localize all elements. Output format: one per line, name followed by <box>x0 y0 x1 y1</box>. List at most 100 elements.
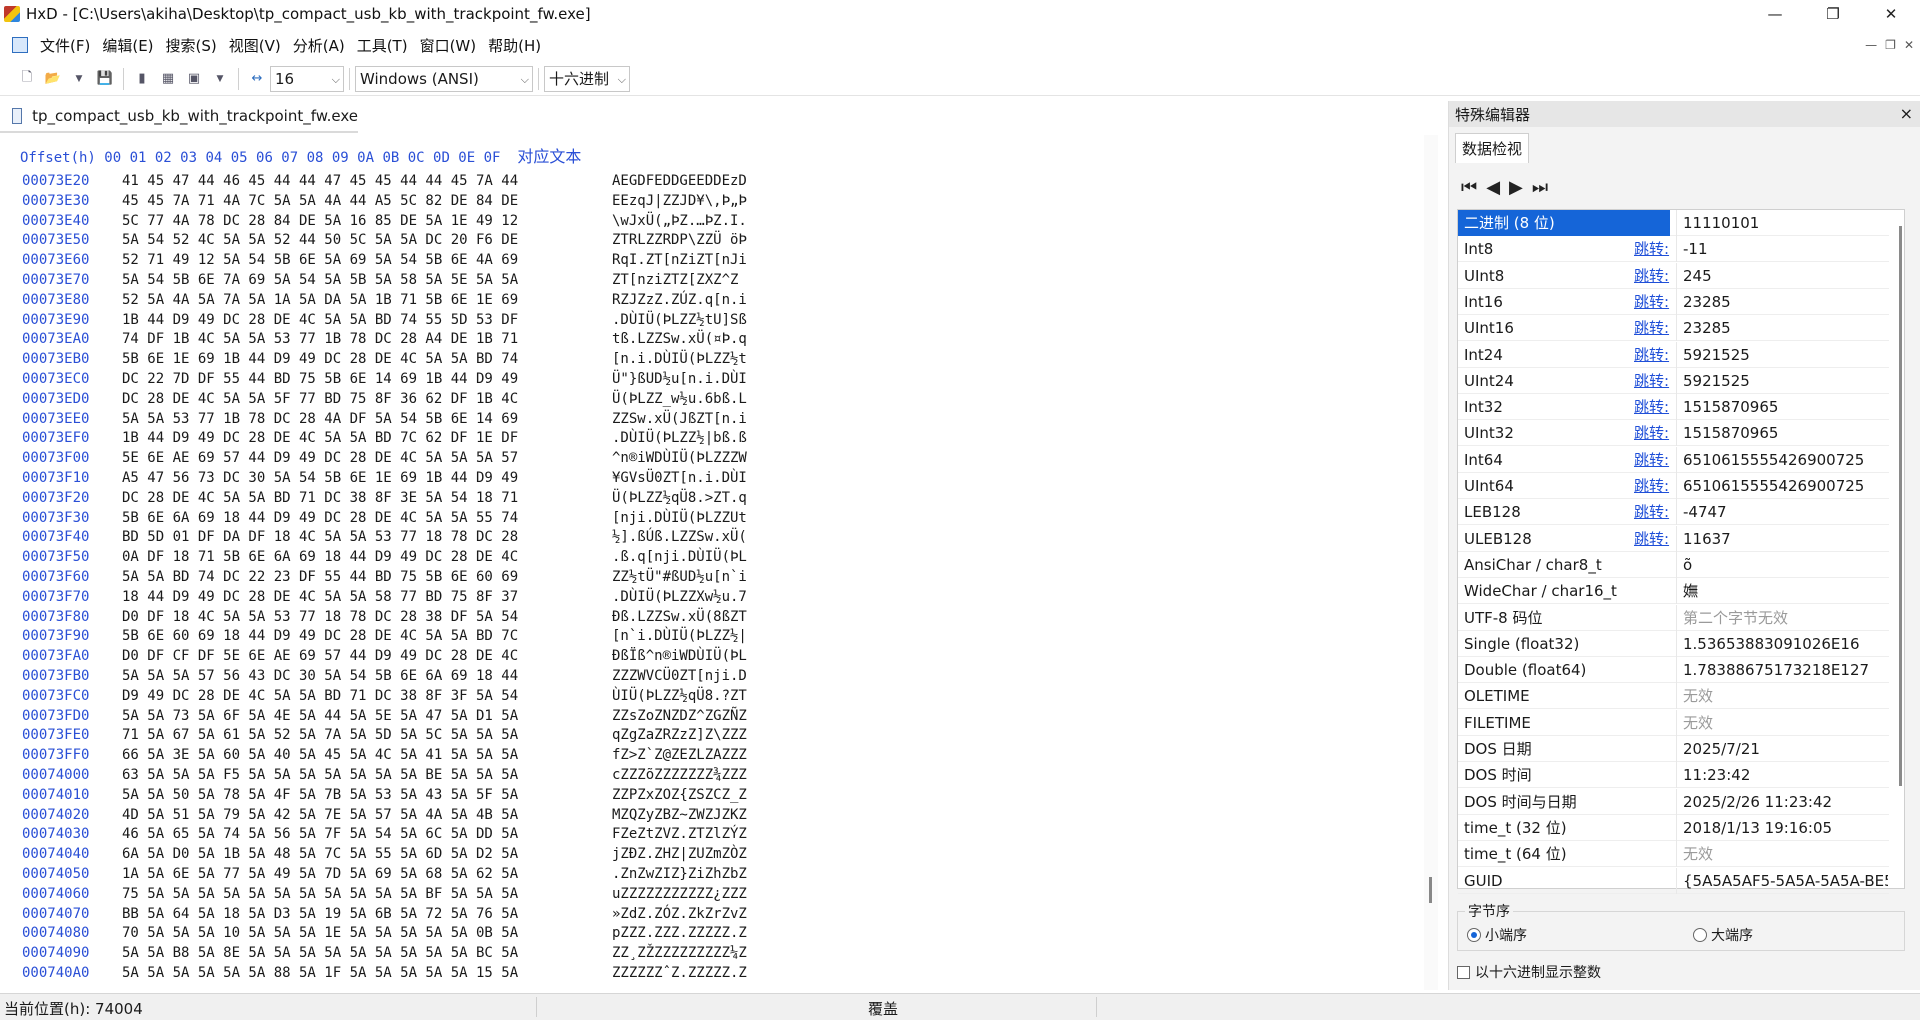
row-hex-bytes[interactable]: 5A 5A 53 77 1B 78 DC 28 4A DF 5A 54 5B 6… <box>122 409 518 429</box>
inspector-value[interactable]: {5A5A5AF5-5A5A-5A5A-BE5A <box>1676 867 1888 894</box>
inspector-row[interactable]: time_t (64 位) 无效 <box>1458 841 1889 868</box>
data-inspector-grid[interactable]: 二进制 (8 位) 11110101 Int8 跳转: -11 UInt8 跳转: 245 In… <box>1457 209 1905 894</box>
inspector-value[interactable]: -11 <box>1676 236 1888 263</box>
row-text[interactable]: ^n®iWDÙIÜ(ÞLZZZW <box>612 448 747 468</box>
inspector-row[interactable]: DOS 时间 11:23:42 <box>1458 762 1889 789</box>
inspector-value[interactable]: 无效 <box>1676 841 1888 868</box>
inspector-row[interactable]: OLETIME 无效 <box>1458 683 1889 710</box>
document-icon[interactable] <box>12 37 28 53</box>
inspector-row[interactable]: Int32 跳转: 1515870965 <box>1458 394 1889 421</box>
row-hex-bytes[interactable]: 5A 54 52 4C 5A 5A 52 44 50 5C 5A 5A DC 2… <box>122 230 518 250</box>
bytes-per-row-select[interactable]: 16 ⌵ <box>270 65 344 92</box>
row-text[interactable]: Ü(ÞLZZ½qÜ8.>ZT.q <box>612 488 747 508</box>
menu-tools[interactable]: 工具(T) <box>351 35 414 56</box>
row-text[interactable]: jZÐZ.ZHZ|ZUZmZÒZ <box>612 844 747 864</box>
inspector-value[interactable]: 第二个字节无效 <box>1676 604 1888 631</box>
row-text[interactable]: AEGDFEDDGEEDDEzD <box>612 171 747 191</box>
inspector-value[interactable]: 1.78388675173218E127 <box>1676 657 1888 684</box>
row-text[interactable]: ZZ½tÜ"#ßUD½u[n`i <box>612 567 747 587</box>
row-hex-bytes[interactable]: DC 22 7D DF 55 44 BD 75 5B 6E 14 69 1B 4… <box>122 369 518 389</box>
inspector-row[interactable]: FILETIME 无效 <box>1458 709 1889 736</box>
inspector-row[interactable]: AnsiChar / char8_t õ <box>1458 551 1889 578</box>
row-text[interactable]: »ZdZ.ZÓZ.ZkZrZvZ <box>612 904 747 924</box>
row-hex-bytes[interactable]: 5A 5A 5A 57 56 43 DC 30 5A 54 5B 6E 6A 6… <box>122 666 518 686</box>
inspector-value[interactable]: 23285 <box>1676 315 1888 342</box>
previous-icon[interactable]: ◀ <box>1486 177 1500 198</box>
row-hex-bytes[interactable]: 5A 5A BD 74 DC 22 23 DF 55 44 BD 75 5B 6… <box>122 567 518 587</box>
inspector-value[interactable]: 5921525 <box>1676 367 1888 394</box>
menu-file[interactable]: 文件(F) <box>34 35 96 56</box>
row-text[interactable]: RqI.ZT[nZiZT[nJi <box>612 250 747 270</box>
inspector-row[interactable]: GUID {5A5A5AF5-5A5A-5A5A-BE5A <box>1458 867 1889 894</box>
row-hex-bytes[interactable]: 46 5A 65 5A 74 5A 56 5A 7F 5A 54 5A 6C 5… <box>122 824 518 844</box>
row-hex-bytes[interactable]: 45 45 7A 71 4A 7C 5A 5A 4A 44 A5 5C 82 D… <box>122 191 518 211</box>
row-hex-bytes[interactable]: 1B 44 D9 49 DC 28 DE 4C 5A 5A BD 7C 62 D… <box>122 428 518 448</box>
open-disk-icon[interactable]: ▮ <box>132 69 152 89</box>
row-hex-bytes[interactable]: D0 DF CF DF 5E 6E AE 69 57 44 D9 49 DC 2… <box>122 646 518 666</box>
open-file-icon[interactable]: 📂 <box>43 69 63 89</box>
first-icon[interactable]: ⏮ <box>1461 177 1477 198</box>
row-hex-bytes[interactable]: 70 5A 5A 5A 10 5A 5A 5A 1E 5A 5A 5A 5A 5… <box>122 923 518 943</box>
row-text[interactable]: RZJZzZ.ZÚZ.q[n.i <box>612 290 747 310</box>
row-text[interactable]: [n`i.DÙIÜ(ÞLZZ½| <box>612 626 747 646</box>
row-text[interactable]: pZZZ.ZZZ.ZZZZZ.Z <box>612 923 747 943</box>
inspector-row[interactable]: Int64 跳转: 6510615555426900725 <box>1458 446 1889 473</box>
row-text[interactable]: .DÙIÜ(ÞLZZXw½u.7 <box>612 587 747 607</box>
inspector-row[interactable]: WideChar / char16_t 嫵 <box>1458 578 1889 605</box>
inspector-value[interactable]: õ <box>1676 551 1888 578</box>
big-endian-radio[interactable]: 大端序 <box>1693 925 1753 945</box>
inspector-value[interactable]: 嫵 <box>1676 578 1888 605</box>
row-hex-bytes[interactable]: 5A 54 5B 6E 7A 69 5A 54 5A 5B 5A 58 5A 5… <box>122 270 518 290</box>
inspector-row[interactable]: LEB128 跳转: -4747 <box>1458 499 1889 526</box>
row-hex-bytes[interactable]: 18 44 D9 49 DC 28 DE 4C 5A 5A 58 77 BD 7… <box>122 587 518 607</box>
inspector-row[interactable]: Double (float64) 1.78388675173218E127 <box>1458 657 1889 684</box>
inspector-value[interactable]: 2025/7/21 <box>1676 736 1888 762</box>
hex-editor[interactable]: Offset(h) 00 01 02 03 04 05 06 07 08 09 … <box>0 135 1442 990</box>
jump-link[interactable]: 跳转: <box>1634 447 1669 473</box>
jump-link[interactable]: 跳转: <box>1634 499 1669 525</box>
inspector-value[interactable]: 1515870965 <box>1676 420 1888 447</box>
row-text[interactable]: Ü"}ßUD½u[n.i.DÙI <box>612 369 747 389</box>
row-hex-bytes[interactable]: 1B 44 D9 49 DC 28 DE 4C 5A 5A BD 74 55 5… <box>122 310 518 330</box>
row-hex-bytes[interactable]: 5B 6E 1E 69 1B 44 D9 49 DC 28 DE 4C 5A 5… <box>122 349 518 369</box>
drive-dropdown-icon[interactable]: ▼ <box>210 69 230 89</box>
row-hex-bytes[interactable]: 41 45 47 44 46 45 44 44 47 45 45 44 44 4… <box>122 171 518 191</box>
inspector-value[interactable]: 23285 <box>1676 288 1888 315</box>
row-hex-bytes[interactable]: 5B 6E 60 69 18 44 D9 49 DC 28 DE 4C 5A 5… <box>122 626 518 646</box>
row-text[interactable]: Ðß.LZZSw.xÜ(8ßZT <box>612 607 747 627</box>
row-text[interactable]: .ß.q[nji.DÙIÜ(ÞL <box>612 547 747 567</box>
inspector-value[interactable]: 2025/2/26 11:23:42 <box>1676 788 1888 815</box>
row-hex-bytes[interactable]: 63 5A 5A 5A F5 5A 5A 5A 5A 5A 5A 5A BE 5… <box>122 765 518 785</box>
jump-link[interactable]: 跳转: <box>1634 315 1669 341</box>
inspector-row[interactable]: 二进制 (8 位) 11110101 <box>1458 210 1889 236</box>
row-text[interactable]: FZeZtZVZ.ZTZlZÝZ <box>612 824 747 844</box>
menu-edit[interactable]: 编辑(E) <box>96 35 159 56</box>
row-hex-bytes[interactable]: 5C 77 4A 78 DC 28 84 DE 5A 16 85 DE 5A 1… <box>122 211 518 231</box>
row-hex-bytes[interactable]: BB 5A 64 5A 18 5A D3 5A 19 5A 6B 5A 72 5… <box>122 904 518 924</box>
inspector-row[interactable]: UInt24 跳转: 5921525 <box>1458 367 1889 394</box>
row-text[interactable]: MZQZyZBZ~ZWZJZKZ <box>612 805 747 825</box>
scrollbar-thumb[interactable] <box>1429 877 1432 903</box>
row-text[interactable]: ZT[nziZTZ[ZXZ^Z <box>612 270 738 290</box>
hex-vertical-scrollbar[interactable] <box>1424 135 1438 990</box>
row-text[interactable]: Ü(ÞLZZ_w½u.6bß.L <box>612 389 747 409</box>
row-text[interactable]: ZZ¸ZŽZZZZZZZZZ¼Z <box>612 943 747 963</box>
row-hex-bytes[interactable]: 74 DF 1B 4C 5A 5A 53 77 1B 78 DC 28 A4 D… <box>122 329 518 349</box>
inspector-row[interactable]: Int24 跳转: 5921525 <box>1458 341 1889 368</box>
inspector-value[interactable]: 1515870965 <box>1676 394 1888 421</box>
row-hex-bytes[interactable]: 5E 6E AE 69 57 44 D9 49 DC 28 DE 4C 5A 5… <box>122 448 518 468</box>
open-drive-icon[interactable]: ▣ <box>184 69 204 89</box>
row-text[interactable]: tß.LZZSw.xÜ(¤Þ.q <box>612 329 747 349</box>
next-icon[interactable]: ▶ <box>1509 177 1523 198</box>
inspector-row[interactable]: Single (float32) 1.53653883091026E16 <box>1458 630 1889 657</box>
inspector-row[interactable]: UInt8 跳转: 245 <box>1458 262 1889 289</box>
row-text[interactable]: qZgZaZRZzZ]Z\ZZZ <box>612 725 747 745</box>
row-hex-bytes[interactable]: 52 71 49 12 5A 54 5B 6E 5A 69 5A 54 5B 6… <box>122 250 518 270</box>
row-text[interactable]: ZZPZxZOZ{ZSZCZ_Z <box>612 785 747 805</box>
inspector-row[interactable]: ULEB128 跳转: 11637 <box>1458 525 1889 552</box>
row-hex-bytes[interactable]: 4D 5A 51 5A 79 5A 42 5A 7E 5A 57 5A 4A 5… <box>122 805 518 825</box>
tab-document[interactable]: tp_compact_usb_kb_with_trackpoint_fw.exe <box>0 101 358 133</box>
jump-link[interactable]: 跳转: <box>1634 473 1669 499</box>
row-text[interactable]: ÙIÜ(ÞLZZ½qÜ8.?ZT <box>612 686 747 706</box>
row-text[interactable]: ZZZWVCÜ0ZT[nji.D <box>612 666 747 686</box>
